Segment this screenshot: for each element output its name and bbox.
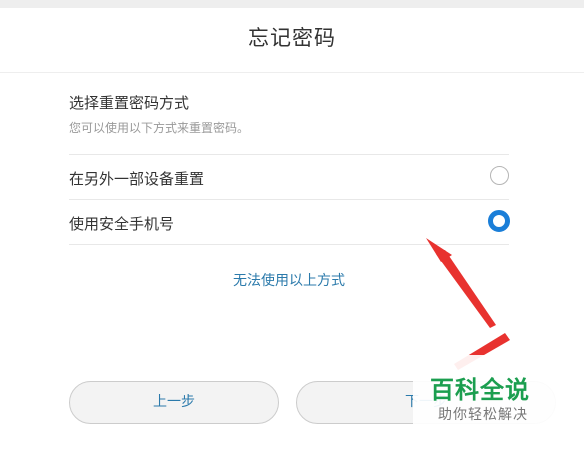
section-subheading: 您可以使用以下方式来重置密码。 <box>69 121 250 135</box>
section-heading: 选择重置密码方式 <box>69 94 190 112</box>
option-phone[interactable]: 使用安全手机号 <box>69 199 510 245</box>
option-label: 使用安全手机号 <box>69 215 175 233</box>
back-button[interactable]: 上一步 <box>69 381 279 424</box>
radio-selected[interactable] <box>488 210 510 232</box>
watermark-tagline: 助你轻松解决 <box>438 407 528 423</box>
top-strip <box>0 0 584 8</box>
watermark-logo: 百科全说 <box>430 376 530 404</box>
header-divider <box>0 72 584 73</box>
radio-unselected[interactable] <box>490 166 509 185</box>
option-other-device[interactable]: 在另外一部设备重置 <box>69 154 509 199</box>
option-label: 在另外一部设备重置 <box>69 170 205 188</box>
alternate-method-link[interactable]: 无法使用以上方式 <box>0 270 578 290</box>
dialog-title: 忘记密码 <box>248 26 336 50</box>
